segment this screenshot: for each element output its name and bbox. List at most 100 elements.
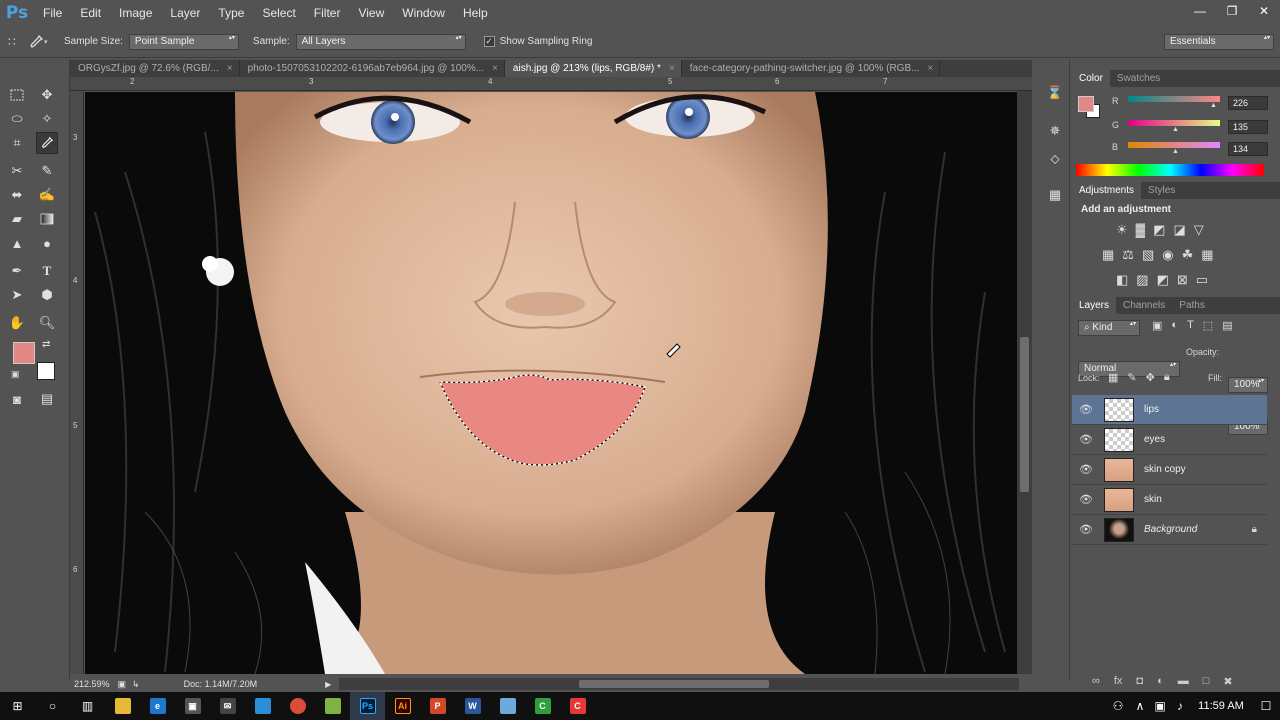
r-slider-thumb[interactable]: ▲	[1210, 102, 1217, 109]
gradient-map-icon[interactable]: ▭	[1196, 272, 1208, 288]
horizontal-scrollbar[interactable]	[339, 678, 1020, 690]
search-icon[interactable]: ○	[35, 692, 70, 720]
tab-layers[interactable]: Layers	[1072, 297, 1117, 314]
tab-swatches[interactable]: Swatches	[1110, 70, 1167, 87]
shape-filter-icon[interactable]: ⬚	[1203, 319, 1213, 332]
gradient-tool-icon[interactable]	[36, 208, 58, 230]
document-canvas[interactable]	[85, 92, 1017, 674]
tab-document-3[interactable]: aish.jpg @ 213% (lips, RGB/8#) * ×	[504, 60, 682, 77]
threshold-icon[interactable]: ◩	[1157, 272, 1169, 288]
visibility-eye-icon[interactable]: 👁︎	[1072, 403, 1100, 416]
b-value[interactable]: 134	[1228, 142, 1268, 156]
type-tool-icon[interactable]: T	[36, 260, 58, 282]
swap-colors-icon[interactable]: ⇄	[42, 339, 50, 350]
sample-dropdown[interactable]: All Layers	[295, 33, 466, 50]
brush-panel-icon[interactable]: ⬦	[1044, 148, 1066, 170]
windows-start-icon[interactable]: ⊞	[0, 692, 35, 720]
file-explorer-icon[interactable]	[105, 692, 140, 720]
menu-help[interactable]: Help	[454, 0, 497, 26]
hue-saturation-icon[interactable]: ▦	[1102, 247, 1114, 263]
shape-tool-icon[interactable]: ⬢	[36, 284, 58, 306]
volume-icon[interactable]: ♪	[1170, 692, 1190, 720]
show-sampling-ring-checkbox[interactable]: ✓	[483, 36, 495, 47]
menu-image[interactable]: Image	[110, 0, 161, 26]
mail-icon[interactable]: ✉	[210, 692, 245, 720]
illustrator-icon[interactable]: Ai	[385, 692, 420, 720]
magic-wand-tool-icon[interactable]: ✧	[36, 108, 58, 130]
menu-layer[interactable]: Layer	[161, 0, 209, 26]
sample-size-dropdown[interactable]: Point Sample	[128, 33, 239, 50]
workspace-dropdown[interactable]: Essentials	[1164, 33, 1274, 50]
pen-tool-icon[interactable]: ✒	[6, 260, 28, 282]
layer-row-lips[interactable]: 👁︎ lips	[1072, 395, 1267, 425]
new-group-icon[interactable]: ▬	[1178, 675, 1189, 688]
scroll-thumb[interactable]	[1020, 337, 1029, 492]
foreground-color-swatch[interactable]	[13, 342, 35, 364]
eyedropper-preset-icon[interactable]: ▾	[28, 34, 56, 50]
g-value[interactable]: 135	[1228, 120, 1268, 134]
lock-image-icon[interactable]: ✎	[1127, 371, 1136, 384]
black-white-icon[interactable]: ▧	[1142, 247, 1154, 263]
edge-icon[interactable]: e	[140, 692, 175, 720]
eyedropper-tool-icon[interactable]	[36, 132, 58, 154]
history-panel-icon[interactable]: ⌛	[1044, 82, 1066, 104]
color-lookup-icon[interactable]: ▦	[1201, 247, 1213, 263]
screen-mode-icon[interactable]: ▤	[36, 388, 58, 410]
color-spectrum[interactable]	[1076, 164, 1264, 176]
photo-filter-icon[interactable]: ◉	[1162, 247, 1173, 263]
clone-stamp-tool-icon[interactable]: ⬌	[6, 184, 28, 206]
tab-close-icon[interactable]: ×	[227, 63, 233, 74]
pixel-filter-icon[interactable]: ▣	[1152, 319, 1162, 332]
quick-mask-icon[interactable]: ◙	[6, 388, 28, 410]
tab-close-icon[interactable]: ×	[492, 63, 498, 74]
layer-row-eyes[interactable]: 👁︎ eyes	[1072, 425, 1267, 455]
lasso-tool-icon[interactable]: ⬭	[6, 108, 28, 130]
minimize-icon[interactable]: —	[1184, 0, 1216, 22]
vibrance-icon[interactable]: ▽	[1194, 222, 1204, 238]
add-mask-icon[interactable]: ◘	[1136, 675, 1143, 688]
layer-row-background[interactable]: 👁︎ Background 🔒︎	[1072, 515, 1267, 545]
tab-document-2[interactable]: photo-1507053102202-6196ab7eb964.jpg @ 1…	[240, 60, 505, 77]
menu-filter[interactable]: Filter	[305, 0, 350, 26]
tab-color[interactable]: Color	[1072, 70, 1110, 87]
app-icon[interactable]	[315, 692, 350, 720]
app-icon[interactable]	[245, 692, 280, 720]
visibility-eye-icon[interactable]: 👁︎	[1072, 523, 1100, 536]
b-slider-thumb[interactable]: ▲	[1172, 148, 1179, 155]
status-menu-arrow-icon[interactable]: ▶	[325, 680, 331, 689]
zoom-tool-icon[interactable]: 🔍︎	[36, 312, 58, 334]
photoshop-taskbar-icon[interactable]: Ps	[350, 692, 385, 720]
color-fg-swatch[interactable]	[1078, 96, 1094, 112]
color-balance-icon[interactable]: ⚖	[1122, 247, 1134, 263]
zoom-level[interactable]: 212.59%	[74, 679, 110, 689]
default-colors-icon[interactable]: ▣	[11, 369, 20, 380]
app-icon[interactable]: C	[525, 692, 560, 720]
tab-paths[interactable]: Paths	[1172, 297, 1212, 314]
brush-tool-icon[interactable]: ✎	[36, 160, 58, 182]
channel-mixer-icon[interactable]: ☘	[1182, 247, 1194, 263]
powerpoint-icon[interactable]: P	[420, 692, 455, 720]
visibility-eye-icon[interactable]: 👁︎	[1072, 493, 1100, 506]
vertical-scrollbar[interactable]	[1017, 91, 1032, 674]
layer-filter-kind[interactable]: ⌕ Kind	[1078, 320, 1140, 336]
background-color-swatch[interactable]	[37, 362, 55, 380]
crop-tool-icon[interactable]: ⌗	[6, 132, 28, 154]
curves-icon[interactable]: ◩	[1153, 222, 1165, 238]
lock-position-icon[interactable]: ✥	[1146, 371, 1155, 384]
menu-edit[interactable]: Edit	[71, 0, 110, 26]
store-icon[interactable]: ▣	[175, 692, 210, 720]
visibility-eye-icon[interactable]: 👁︎	[1072, 433, 1100, 446]
tray-chevron-icon[interactable]: ∧	[1130, 692, 1150, 720]
new-layer-icon[interactable]: □	[1203, 675, 1210, 688]
word-icon[interactable]: W	[455, 692, 490, 720]
link-layers-icon[interactable]: ∞	[1092, 675, 1100, 688]
selective-color-icon[interactable]: ⊠	[1177, 272, 1188, 288]
adjustment-filter-icon[interactable]: ◐	[1171, 319, 1178, 332]
tab-close-icon[interactable]: ×	[669, 63, 675, 74]
network-icon[interactable]: ▣	[1150, 692, 1170, 720]
clock[interactable]: 11:59 AM	[1190, 692, 1252, 720]
menu-file[interactable]: File	[34, 0, 71, 26]
dodge-tool-icon[interactable]: ●	[36, 232, 58, 254]
invert-icon[interactable]: ◧	[1116, 272, 1128, 288]
close-icon[interactable]: ✕	[1248, 0, 1280, 22]
